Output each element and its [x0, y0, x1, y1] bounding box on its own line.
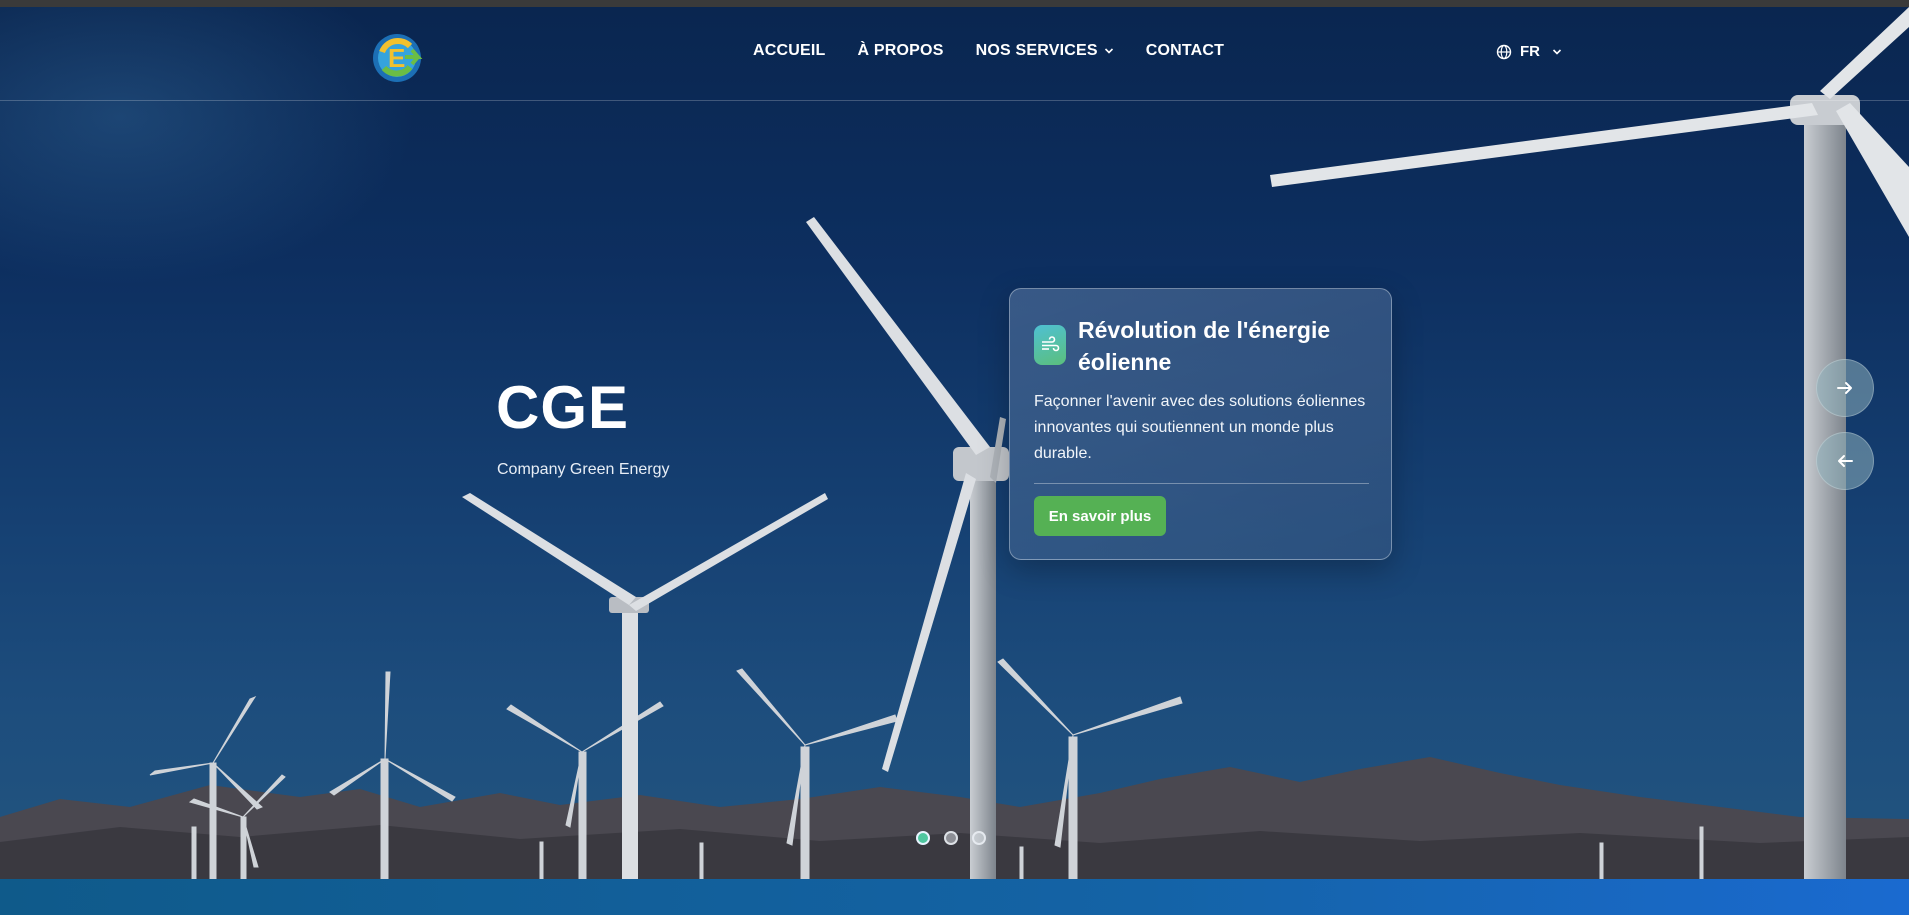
- hero-subtitle: Company Green Energy: [497, 461, 670, 478]
- hero-slider: [0, 7, 1909, 879]
- browser-top-bar: [0, 0, 1909, 7]
- nav-label: À PROPOS: [857, 42, 944, 59]
- hero-title: CGE: [496, 374, 630, 441]
- bottom-strip: [0, 879, 1909, 915]
- card-title: Révolution de l'énergie éolienne: [1078, 317, 1331, 375]
- card-description: Façonner l'avenir avec des solutions éol…: [1034, 393, 1366, 462]
- logo-letter: E: [388, 43, 405, 73]
- site-header: E ACCUEIL À PROPOS NOS SERVICES CONTACT …: [0, 7, 1909, 101]
- nav-item-a-propos[interactable]: À PROPOS: [858, 42, 944, 60]
- chevron-down-icon: [1552, 48, 1562, 55]
- arrow-right-icon: [1837, 382, 1852, 394]
- slider-dot-1[interactable]: [916, 831, 930, 845]
- feature-card: Révolution de l'énergie éolienne Façonne…: [1009, 288, 1392, 560]
- logo-icon[interactable]: E: [358, 19, 436, 97]
- slider-dot-3[interactable]: [972, 831, 986, 845]
- slider-dot-2[interactable]: [944, 831, 958, 845]
- wind-icon: [1034, 325, 1066, 365]
- slider-next-button[interactable]: [1816, 359, 1874, 417]
- wind-farm-background: [0, 7, 1909, 879]
- learn-more-button[interactable]: En savoir plus: [1034, 496, 1166, 536]
- card-divider: [1034, 483, 1369, 484]
- globe-icon: [1496, 44, 1512, 59]
- slider-prev-button[interactable]: [1816, 432, 1874, 490]
- arrow-left-icon: [1838, 455, 1853, 467]
- nav-item-contact[interactable]: CONTACT: [1146, 42, 1224, 60]
- nav-label: NOS SERVICES: [975, 42, 1098, 59]
- nav-item-nos-services[interactable]: NOS SERVICES: [976, 42, 1114, 60]
- nav-label: CONTACT: [1145, 42, 1225, 59]
- main-nav: ACCUEIL À PROPOS NOS SERVICES CONTACT: [753, 42, 1256, 60]
- language-label: FR: [1520, 43, 1540, 60]
- nav-label: ACCUEIL: [753, 42, 826, 59]
- slider-pagination: [916, 831, 1000, 845]
- nav-item-accueil[interactable]: ACCUEIL: [753, 42, 826, 60]
- chevron-down-icon: [1104, 48, 1113, 54]
- language-selector[interactable]: FR: [1496, 43, 1562, 60]
